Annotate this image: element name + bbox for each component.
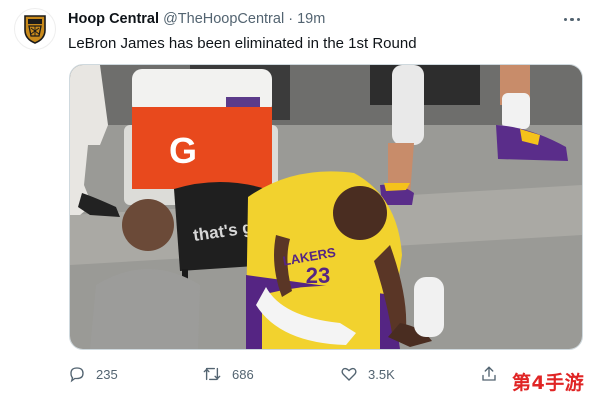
author-name[interactable]: Hoop Central bbox=[68, 11, 159, 27]
reply-button[interactable]: 235 bbox=[68, 362, 118, 386]
jersey-number: 23 bbox=[306, 263, 330, 288]
tweet-timestamp[interactable]: 19m bbox=[297, 11, 325, 27]
like-button[interactable]: 3.5K bbox=[340, 362, 395, 386]
tweet-header: Hoop Central @TheHoopCentral · 19m bbox=[68, 11, 325, 27]
separator-dot: · bbox=[288, 11, 294, 27]
basketball-player-photo: G that's g LAKERS 23 bbox=[70, 65, 582, 349]
tweet-photo[interactable]: G that's g LAKERS 23 bbox=[69, 64, 583, 350]
heart-icon bbox=[341, 367, 357, 381]
retweet-count: 686 bbox=[232, 366, 254, 382]
share-button[interactable] bbox=[480, 362, 508, 386]
site-watermark: 第4手游 bbox=[512, 372, 585, 394]
author-avatar[interactable] bbox=[14, 8, 56, 50]
tweet-card: Hoop Central @TheHoopCentral · 19m LeBro… bbox=[0, 0, 594, 400]
more-dots-icon[interactable] bbox=[562, 8, 582, 26]
retweet-icon bbox=[203, 367, 221, 381]
reply-count: 235 bbox=[96, 366, 118, 382]
tweet-text: LeBron James has been eliminated in the … bbox=[68, 35, 417, 52]
cooler-logo: G bbox=[169, 130, 197, 171]
reply-icon bbox=[70, 367, 84, 383]
like-count: 3.5K bbox=[368, 366, 395, 382]
author-handle[interactable]: @TheHoopCentral bbox=[163, 11, 284, 27]
tweet-actions: 235 686 3.5K bbox=[68, 362, 578, 386]
retweet-button[interactable]: 686 bbox=[202, 362, 254, 386]
share-icon bbox=[482, 366, 496, 381]
hoop-central-logo-icon bbox=[24, 15, 46, 44]
